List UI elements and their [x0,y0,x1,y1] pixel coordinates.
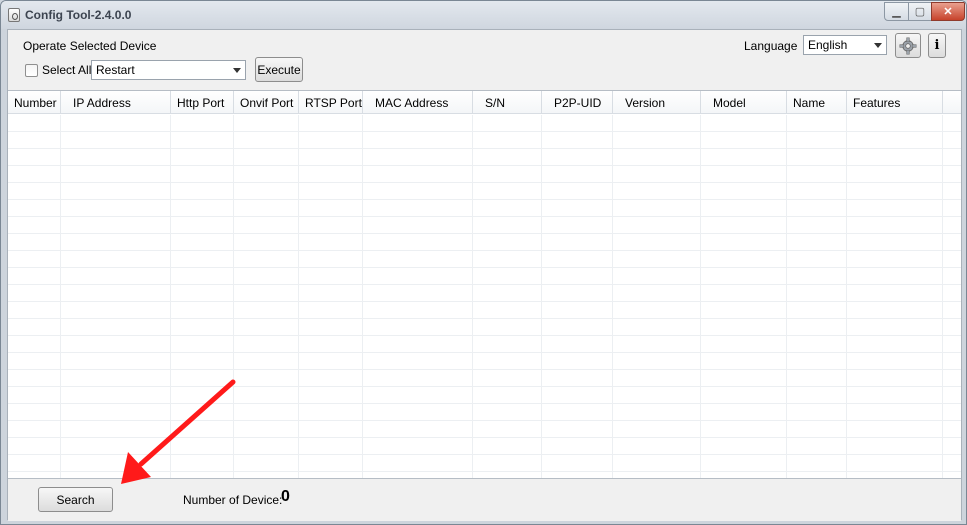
column-header-features[interactable]: Features [847,91,943,114]
column-header-model[interactable]: Model [701,91,787,114]
language-select[interactable]: English [803,35,887,55]
column-divider [541,115,542,478]
execute-label: Execute [257,62,301,77]
column-header-ip-address[interactable]: IP Address [61,91,171,114]
close-button[interactable]: ✕ [931,2,965,21]
execute-button[interactable]: Execute [255,57,303,82]
chevron-down-icon [874,43,882,48]
column-divider [700,115,701,478]
action-select-value: Restart [96,63,135,77]
title-bar: Config Tool-2.4.0.0 ▁ ▢ ✕ [1,1,966,29]
info-icon: i [934,38,940,53]
column-divider [612,115,613,478]
column-header-version[interactable]: Version [613,91,701,114]
column-grid [8,115,961,478]
column-divider [472,115,473,478]
app-icon [8,8,20,22]
config-tool-window: Config Tool-2.4.0.0 ▁ ▢ ✕ Operate Select… [0,0,967,525]
column-divider [60,115,61,478]
bottom-bar: Search Number of Device: 0 [8,479,961,521]
maximize-icon: ▢ [914,6,926,18]
close-icon: ✕ [943,6,953,18]
gear-icon [899,37,917,54]
window-title: Config Tool-2.4.0.0 [25,8,132,22]
minimize-icon: ▁ [892,6,901,18]
table-header: Number IP Address Http Port Onvif Port R… [8,91,961,114]
chevron-down-icon [233,68,241,73]
maximize-button[interactable]: ▢ [908,2,932,21]
column-header-rtsp-port[interactable]: RTSP Port [299,91,363,114]
column-header-http-port[interactable]: Http Port [171,91,234,114]
table-body[interactable] [8,115,961,478]
column-header-number[interactable]: Number [8,91,61,114]
select-all-label: Select All [42,63,92,77]
search-button[interactable]: Search [38,487,113,512]
column-header-mac-address[interactable]: MAC Address [363,91,473,114]
column-header-sn[interactable]: S/N [473,91,542,114]
column-divider [233,115,234,478]
operate-label: Operate Selected Device [23,39,157,53]
device-table[interactable]: Number IP Address Http Port Onvif Port R… [8,90,961,479]
column-divider [298,115,299,478]
select-all-control[interactable]: Select All [25,63,91,77]
info-button[interactable]: i [928,33,946,58]
settings-button[interactable] [895,33,921,58]
minimize-button[interactable]: ▁ [884,2,909,21]
select-all-checkbox[interactable] [25,63,38,77]
device-count-label: Number of Device: [183,493,283,507]
column-header-name[interactable]: Name [787,91,847,114]
device-count-value: 0 [281,488,290,505]
column-divider [942,115,943,478]
client-area: Operate Selected Device Select All Resta… [7,29,962,521]
column-header-p2p-uid[interactable]: P2P-UID [542,91,613,114]
column-header-onvif-port[interactable]: Onvif Port [234,91,299,114]
column-divider [846,115,847,478]
action-select[interactable]: Restart [91,60,246,80]
column-divider [362,115,363,478]
column-divider [170,115,171,478]
language-select-value: English [808,38,848,52]
search-label: Search [56,492,95,507]
column-divider [786,115,787,478]
language-label: Language [744,39,798,53]
